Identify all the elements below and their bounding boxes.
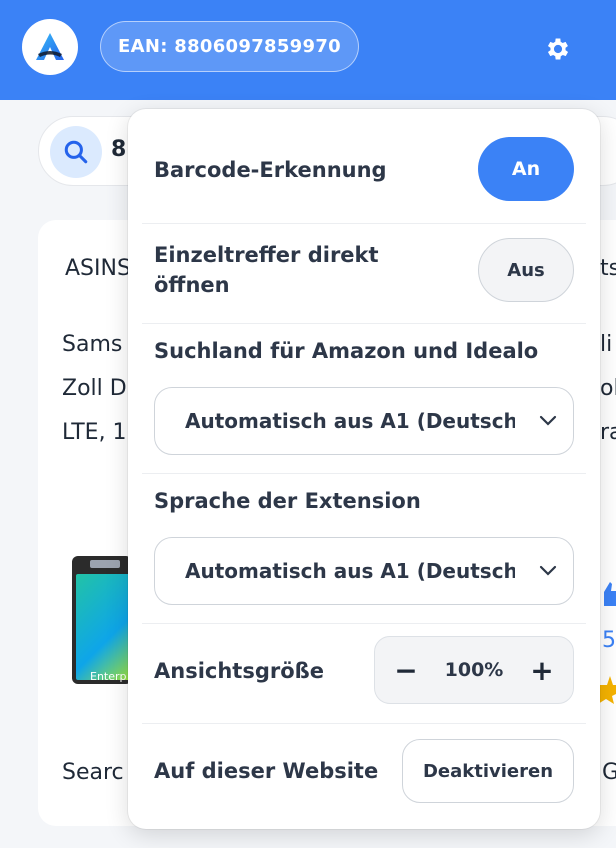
app-logo-icon xyxy=(36,33,64,60)
tablet-brand-label: Enterp xyxy=(90,670,127,683)
single-hit-toggle-button[interactable]: Aus xyxy=(478,238,574,302)
setting-row-language: Sprache der Extension Automatisch aus A1… xyxy=(142,474,586,624)
zoom-stepper: − 100% + xyxy=(374,636,574,704)
product-image[interactable]: Enterp xyxy=(72,556,132,684)
app-logo[interactable] xyxy=(22,19,78,75)
card-asin-label: ASINS xyxy=(65,256,131,281)
card-title-line-1[interactable]: Sams xyxy=(62,332,122,357)
right-fragment-4: ra xyxy=(600,420,616,445)
card-title-line-3[interactable]: LTE, 1 xyxy=(62,420,127,445)
language-select[interactable]: Automatisch aus A1 (Deutsch) xyxy=(154,537,574,605)
search-icon xyxy=(64,140,88,164)
star-icon xyxy=(598,676,616,704)
setting-row-country: Suchland für Amazon und Idealo Automatis… xyxy=(142,324,586,474)
setting-row-zoom: Ansichtsgröße − 100% + xyxy=(142,624,586,724)
single-hit-label-line1: Einzeltreffer direkt xyxy=(154,243,379,267)
chevron-down-icon xyxy=(539,415,557,426)
settings-popup: Barcode-Erkennung An Einzeltreffer direk… xyxy=(128,109,600,829)
zoom-label: Ansichtsgröße xyxy=(154,659,324,683)
setting-row-single-hit: Einzeltreffer direkt öffnen Aus xyxy=(142,224,586,324)
zoom-value: 100% xyxy=(444,659,504,681)
barcode-label: Barcode-Erkennung xyxy=(154,158,387,182)
country-selected-value: Automatisch aus A1 (Deutschland) xyxy=(185,409,515,433)
website-label: Auf dieser Website xyxy=(154,759,379,783)
app-header: EAN: 8806097859970 xyxy=(0,0,616,100)
card-search-link[interactable]: Searc xyxy=(62,760,124,785)
setting-row-barcode: Barcode-Erkennung An xyxy=(142,119,586,224)
setting-row-website: Auf dieser Website Deaktivieren xyxy=(142,724,586,824)
country-select[interactable]: Automatisch aus A1 (Deutschland) xyxy=(154,387,574,455)
card-title-line-2[interactable]: Zoll D xyxy=(62,376,127,401)
right-fragment-3: ol xyxy=(600,376,616,401)
right-fragment-1: ts xyxy=(600,256,616,281)
search-input-value[interactable]: 8 xyxy=(111,137,126,162)
right-fragment-6: G xyxy=(602,760,616,785)
right-fragment-5: 5 xyxy=(602,628,616,653)
right-fragment-2: li xyxy=(600,332,613,357)
ean-label: EAN: 8806097859970 xyxy=(118,36,341,57)
deactivate-button[interactable]: Deaktivieren xyxy=(402,739,574,803)
tablet-camera-bar xyxy=(90,560,120,568)
language-selected-value: Automatisch aus A1 (Deutsch) xyxy=(185,559,515,583)
zoom-increase-button[interactable]: + xyxy=(529,654,555,687)
tablet-screen: Enterp xyxy=(76,574,132,683)
single-hit-label-line2: öffnen xyxy=(154,273,230,297)
zoom-decrease-button[interactable]: − xyxy=(393,654,419,687)
ean-badge[interactable]: EAN: 8806097859970 xyxy=(100,21,359,72)
language-label: Sprache der Extension xyxy=(154,489,421,513)
search-button[interactable] xyxy=(50,126,102,178)
barcode-toggle-button[interactable]: An xyxy=(478,137,574,201)
chevron-down-icon xyxy=(539,565,557,576)
country-label: Suchland für Amazon und Idealo xyxy=(154,339,539,363)
thumbs-up-icon xyxy=(604,582,616,606)
gear-icon[interactable] xyxy=(544,35,572,63)
